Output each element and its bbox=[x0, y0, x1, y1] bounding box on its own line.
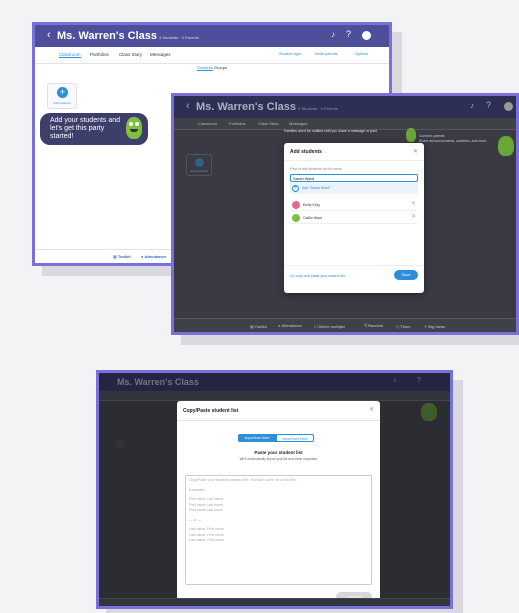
plus-icon bbox=[195, 158, 204, 167]
help-icon[interactable]: ? bbox=[486, 100, 491, 110]
random-button[interactable]: ⤭ Random bbox=[364, 324, 383, 328]
divider bbox=[177, 420, 380, 421]
invite-parents-link[interactable]: Invite parents bbox=[315, 52, 338, 56]
student-avatar bbox=[292, 214, 300, 222]
tab-portfolios[interactable]: Portfolios bbox=[229, 121, 246, 126]
class-title: Ms. Warren's Class bbox=[196, 101, 297, 113]
class-meta: 0 Students · 0 Parents bbox=[298, 106, 338, 111]
student-list-textarea[interactable]: Copy/Paste your students names here. Put… bbox=[185, 475, 372, 585]
add-students-screenshot: ‹ Ms. Warren's Class 0 Students · 0 Pare… bbox=[171, 93, 519, 335]
paste-heading: Paste your student list bbox=[254, 450, 303, 455]
tab-classroom[interactable]: Classroom bbox=[59, 52, 81, 58]
class-title: Ms. Warren's Class bbox=[57, 30, 158, 42]
connect-parents-promo: Connect parents Share announcements, act… bbox=[419, 134, 487, 144]
add-suggestion-row[interactable]: + Add "Sarah Ward" bbox=[290, 183, 418, 194]
tab-import-excel[interactable]: Import from Excel bbox=[276, 434, 314, 442]
main-tabs bbox=[99, 391, 450, 401]
copy-paste-screenshot: Ms. Warren's Class ♪ ? Copy/Paste studen… bbox=[96, 370, 453, 609]
tab-portfolios[interactable]: Portfolios bbox=[90, 52, 109, 57]
student-row: Caitlin Ward ✕ bbox=[290, 213, 418, 224]
onboarding-tooltip: Add your students and let's get this par… bbox=[40, 113, 148, 145]
add-students-label: Add students bbox=[53, 101, 71, 105]
notification-banner: Families won't be notified until you sha… bbox=[284, 129, 377, 133]
tab-class-story[interactable]: Class Story bbox=[258, 121, 278, 126]
toolkit-button[interactable]: ▦ Toolkit bbox=[250, 324, 267, 329]
plus-icon bbox=[115, 439, 125, 449]
student-row: Emily King ✕ bbox=[290, 200, 418, 211]
class-header: ‹ Ms. Warren's Class 0 Students · 0 Pare… bbox=[174, 96, 516, 118]
timer-button[interactable]: ◷ Timer bbox=[396, 324, 411, 329]
tab-classroom[interactable]: Classroom bbox=[198, 121, 217, 126]
close-icon[interactable]: ✕ bbox=[369, 406, 374, 413]
student-avatar bbox=[292, 201, 300, 209]
big-ideas-button[interactable]: ✦ Big ideas bbox=[424, 324, 445, 329]
placeholder-line: Last name, First name bbox=[189, 538, 224, 542]
avatar[interactable] bbox=[362, 31, 371, 40]
mascot-monster-icon bbox=[421, 403, 437, 421]
add-students-card[interactable]: + Add students bbox=[47, 83, 77, 109]
avatar[interactable] bbox=[504, 102, 513, 111]
back-chevron-icon[interactable]: ‹ bbox=[186, 100, 190, 112]
mascot-monster-icon bbox=[406, 128, 416, 142]
divider bbox=[284, 160, 424, 161]
plus-circle-icon: + bbox=[292, 185, 299, 192]
bottom-toolbar bbox=[99, 598, 450, 606]
close-icon[interactable]: ✕ bbox=[413, 148, 418, 155]
student-name-input[interactable]: Sarah Ward bbox=[290, 174, 418, 182]
class-meta: 3 Students · 3 Parents bbox=[159, 35, 199, 40]
back-chevron-icon[interactable]: ‹ bbox=[47, 29, 51, 41]
divider bbox=[284, 265, 424, 266]
help-icon[interactable]: ? bbox=[417, 377, 421, 384]
select-multiple-button[interactable]: ☐ Select multiple bbox=[314, 324, 345, 329]
student-login-link[interactable]: Student login bbox=[279, 52, 301, 56]
bell-icon[interactable]: ♪ bbox=[331, 30, 335, 39]
attendance-button[interactable]: ● Attendance bbox=[141, 254, 166, 259]
paste-subtext: We'll automatically import your list and… bbox=[239, 457, 318, 461]
modal-title: Add students bbox=[290, 149, 322, 155]
remove-icon[interactable]: ✕ bbox=[411, 200, 416, 207]
name-hint: First or add students by full name bbox=[290, 167, 342, 171]
bell-icon[interactable]: ♪ bbox=[470, 101, 474, 110]
toolkit-button[interactable]: ▦ Toolkit bbox=[113, 254, 131, 259]
add-suggestion-label: Add "Sarah Ward" bbox=[302, 186, 331, 190]
class-header: ‹ Ms. Warren's Class 3 Students · 3 Pare… bbox=[35, 25, 389, 47]
add-students-modal: Add students ✕ First or add students by … bbox=[284, 143, 424, 293]
tab-messages[interactable]: Messages bbox=[150, 52, 171, 57]
add-students-label: Add students bbox=[190, 169, 208, 173]
student-name: Emily King bbox=[303, 203, 320, 207]
plus-icon: + bbox=[57, 87, 68, 98]
tab-import-word[interactable]: Import from Word bbox=[238, 434, 276, 442]
options-link[interactable]: Options bbox=[355, 52, 368, 56]
save-button[interactable]: Save bbox=[394, 270, 418, 280]
class-title: Ms. Warren's Class bbox=[117, 377, 199, 387]
add-students-card[interactable]: Add students bbox=[186, 154, 212, 176]
tab-messages[interactable]: Messages bbox=[289, 121, 307, 126]
promo-text: Share announcements, activities, and mor… bbox=[419, 139, 488, 143]
help-icon[interactable]: ? bbox=[346, 29, 351, 39]
class-header: Ms. Warren's Class ♪ ? bbox=[99, 373, 450, 391]
view-toggle: Students Groups bbox=[35, 65, 389, 77]
attendance-button[interactable]: ● Attendance bbox=[278, 324, 302, 328]
modal-title: Copy/Paste student list bbox=[183, 408, 239, 414]
students-link[interactable]: Students bbox=[197, 65, 213, 70]
copy-paste-modal: Copy/Paste student list ✕ Import from Wo… bbox=[177, 401, 380, 606]
student-name: Caitlin Ward bbox=[303, 216, 322, 220]
tab-class-story[interactable]: Class Story bbox=[119, 52, 142, 57]
bottom-toolbar: ▦ Toolkit ● Attendance ☐ Select multiple… bbox=[174, 318, 516, 332]
copy-paste-link[interactable]: Or, copy and paste your student list bbox=[290, 274, 345, 278]
bell-icon[interactable]: ♪ bbox=[393, 377, 397, 384]
mascot-monster-icon bbox=[126, 117, 142, 139]
mascot-monster-icon bbox=[498, 136, 514, 156]
groups-link[interactable]: Groups bbox=[214, 65, 227, 70]
remove-icon[interactable]: ✕ bbox=[411, 213, 416, 220]
main-tabs: Classroom Portfolios Class Story Message… bbox=[35, 47, 389, 64]
